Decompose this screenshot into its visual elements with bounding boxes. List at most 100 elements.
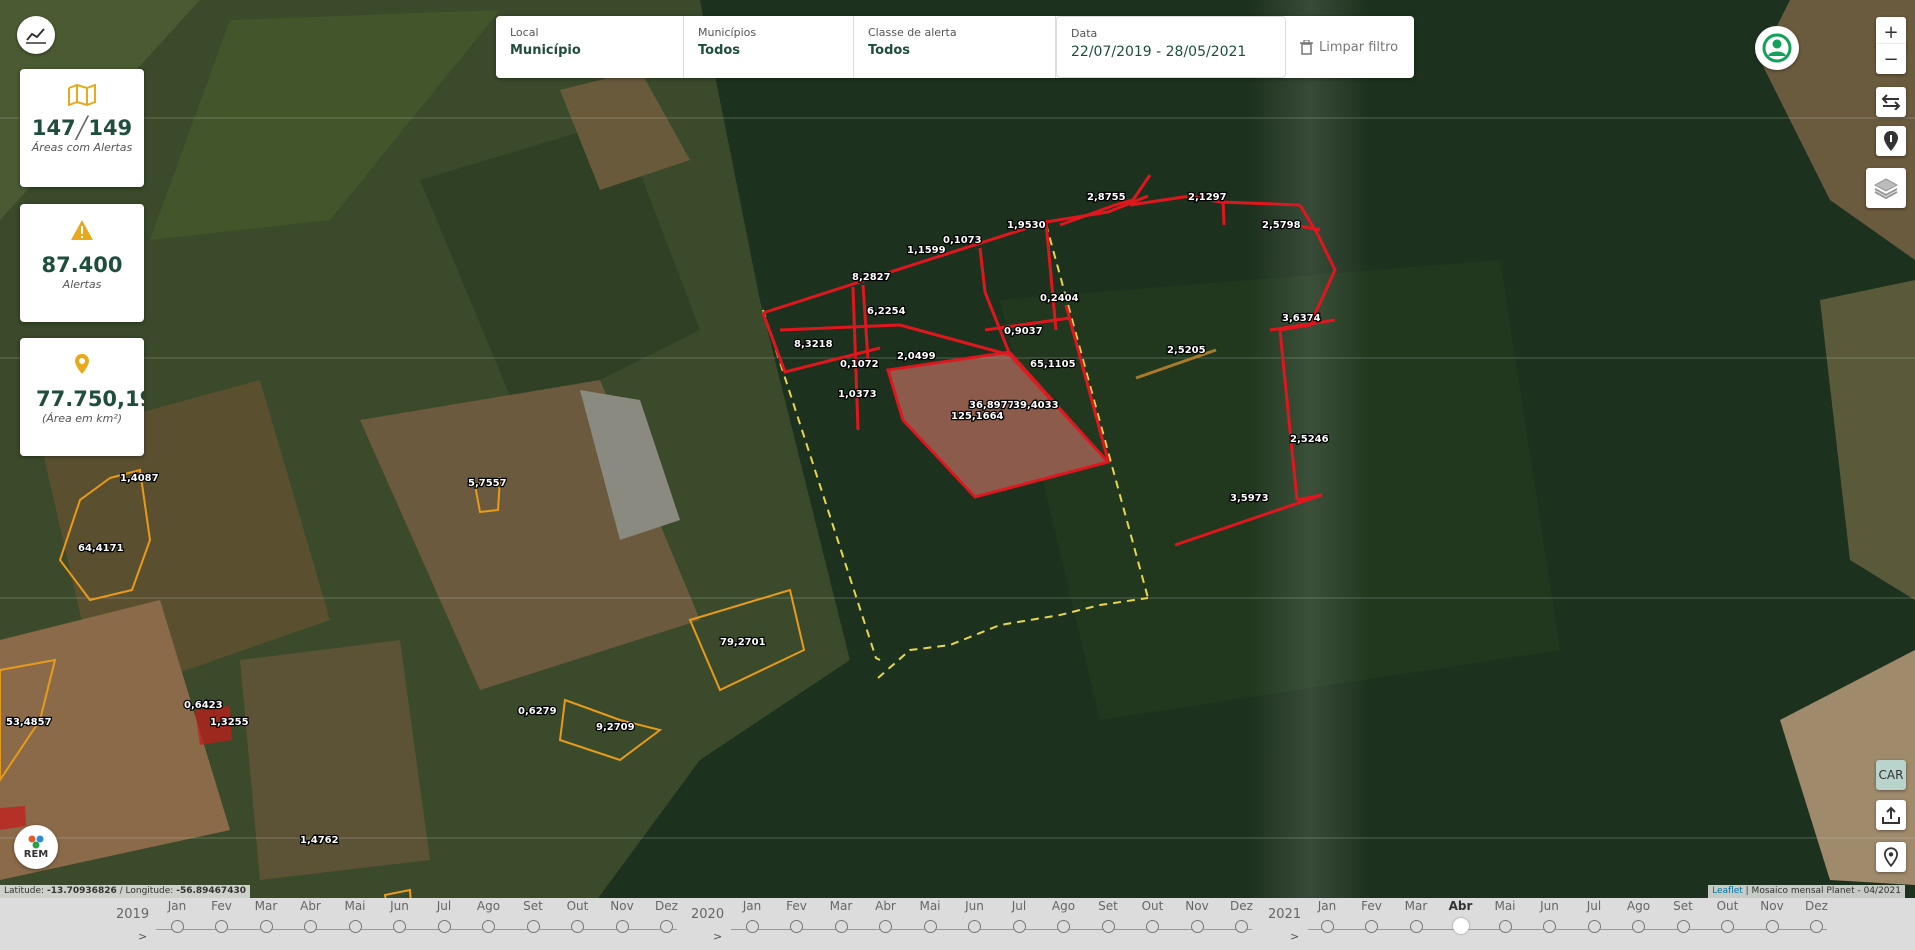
timeline-month-2020-ago[interactable]: Ago: [1044, 898, 1084, 933]
timeline-dot[interactable]: [170, 920, 184, 933]
timeline-month-2021-jun[interactable]: Jun: [1530, 898, 1570, 933]
timeline-dot[interactable]: [1320, 920, 1334, 933]
timeline-month-2019-mai[interactable]: Mai: [335, 898, 375, 933]
timeline-month-2021-out[interactable]: Out: [1708, 898, 1748, 933]
timeline-dot[interactable]: [615, 920, 629, 933]
swap-layers-button[interactable]: [1876, 87, 1906, 117]
timeline-month-2021-nov[interactable]: Nov: [1752, 898, 1792, 933]
alert-area-label: 53,4857: [6, 717, 52, 728]
timeline-month-2019-jun[interactable]: Jun: [380, 898, 420, 933]
timeline-bar: 2019 > Jan Fev Mar Abr Mai Jun Jul Ago Set Out Nov De…: [0, 898, 1915, 950]
timeline-dot[interactable]: [526, 920, 540, 933]
timeline-month-2019-ago[interactable]: Ago: [469, 898, 509, 933]
timeline-dot[interactable]: [259, 920, 273, 933]
timeline-month-2019-jan[interactable]: Jan: [157, 898, 197, 933]
timeline-month-2019-jul[interactable]: Jul: [424, 898, 464, 933]
timeline-month-2021-jul[interactable]: Jul: [1574, 898, 1614, 933]
timeline-month-2021-fev[interactable]: Fev: [1352, 898, 1392, 933]
upload-button[interactable]: [1876, 800, 1906, 830]
timeline-dot[interactable]: [1676, 920, 1690, 933]
timeline-month-2019-dez[interactable]: Dez: [647, 898, 687, 933]
zoom-out-button[interactable]: −: [1876, 44, 1906, 74]
timeline-dot[interactable]: [437, 920, 451, 933]
location-button[interactable]: [1876, 842, 1906, 872]
timeline-month-2020-set[interactable]: Set: [1088, 898, 1128, 933]
leaflet-link[interactable]: Leaflet: [1712, 886, 1743, 896]
timeline-month-2019-nov[interactable]: Nov: [602, 898, 642, 933]
zoom-in-button[interactable]: +: [1876, 17, 1906, 47]
timeline-month-2021-dez[interactable]: Dez: [1797, 898, 1837, 933]
timeline-month-2020-jun[interactable]: Jun: [955, 898, 995, 933]
filter-local[interactable]: Local Município: [496, 16, 684, 78]
timeline-dot[interactable]: [1235, 920, 1248, 933]
timeline-dot[interactable]: [1632, 920, 1645, 933]
alert-area-label: 8,3218: [794, 339, 833, 350]
timeline-month-2020-out[interactable]: Out: [1133, 898, 1173, 933]
timeline-dot[interactable]: [790, 920, 803, 933]
timeline-dot[interactable]: [1498, 920, 1512, 933]
slash-icon: ╱: [75, 116, 89, 140]
timeline-month-2021-mar[interactable]: Mar: [1396, 898, 1436, 933]
timeline-dot[interactable]: [1587, 920, 1601, 933]
filter-municipios[interactable]: Municípios Todos: [684, 16, 854, 78]
marker-info-button[interactable]: [1876, 126, 1906, 156]
timeline-dot[interactable]: [1409, 920, 1423, 933]
timeline-dot[interactable]: [1365, 920, 1378, 933]
timeline-dot[interactable]: [1543, 920, 1556, 933]
timeline-dot[interactable]: [1190, 920, 1204, 933]
timeline-dot[interactable]: [1721, 920, 1734, 933]
timeline-month-2021-mai[interactable]: Mai: [1485, 898, 1525, 933]
timeline-month-2020-fev[interactable]: Fev: [777, 898, 817, 933]
timeline-dot[interactable]: [923, 920, 937, 933]
timeline-month-2020-jan[interactable]: Jan: [732, 898, 772, 933]
timeline-month-2020-abr[interactable]: Abr: [866, 898, 906, 933]
timeline-dot[interactable]: [1057, 920, 1070, 933]
timeline-month-2019-fev[interactable]: Fev: [202, 898, 242, 933]
timeline-month-2021-ago[interactable]: Ago: [1619, 898, 1659, 933]
timeline-dot[interactable]: [215, 920, 228, 933]
timeline-dot[interactable]: [571, 920, 584, 933]
timeline-dot[interactable]: [968, 920, 981, 933]
timeline-dot[interactable]: [1012, 920, 1026, 933]
car-layer-button[interactable]: CAR: [1876, 760, 1906, 790]
timeline-play-arrow-icon[interactable]: >: [1290, 930, 1299, 943]
timeline-dot[interactable]: [393, 920, 406, 933]
timeline-dot[interactable]: [660, 920, 673, 933]
filter-data[interactable]: Data 22/07/2019 - 28/05/2021: [1056, 16, 1286, 78]
timeline-month-2019-out[interactable]: Out: [558, 898, 598, 933]
timeline-month-2020-dez[interactable]: Dez: [1222, 898, 1262, 933]
timeline-dot[interactable]: [482, 920, 495, 933]
layers-button[interactable]: [1866, 168, 1906, 208]
chart-toggle-button[interactable]: [17, 16, 55, 54]
timeline-month-2020-mar[interactable]: Mar: [821, 898, 861, 933]
timeline-dot[interactable]: [1810, 920, 1823, 933]
timeline-month-2019-abr[interactable]: Abr: [291, 898, 331, 933]
timeline-dot[interactable]: [1101, 920, 1115, 933]
timeline-dot[interactable]: [834, 920, 848, 933]
timeline-month-2019-mar[interactable]: Mar: [246, 898, 286, 933]
satellite-map[interactable]: 2,8755 2,1297 2,5798 1,9530 0,10731,1599 8,28…: [0, 0, 1915, 950]
timeline-dot[interactable]: [1146, 920, 1159, 933]
timeline-dot[interactable]: [879, 920, 892, 933]
timeline-month-2020-nov[interactable]: Nov: [1177, 898, 1217, 933]
timeline-month-label: Mai: [344, 899, 366, 913]
timeline-month-2021-jan[interactable]: Jan: [1307, 898, 1347, 933]
timeline-dot[interactable]: [1452, 918, 1469, 934]
timeline-dot[interactable]: [1765, 920, 1779, 933]
stat-label: Áreas com Alertas: [31, 141, 133, 154]
timeline-dot[interactable]: [745, 920, 759, 933]
timeline-month-2021-abr[interactable]: Abr: [1441, 898, 1481, 934]
clear-filter-button[interactable]: Limpar filtro: [1286, 16, 1414, 78]
filter-classe[interactable]: Classe de alerta Todos: [854, 16, 1056, 78]
timeline-dot[interactable]: [348, 920, 362, 933]
timeline-month-2020-mai[interactable]: Mai: [910, 898, 950, 933]
timeline-month-2019-set[interactable]: Set: [513, 898, 553, 933]
timeline-month-label: Ago: [1051, 899, 1076, 913]
timeline-play-arrow-icon[interactable]: >: [138, 930, 147, 943]
user-icon: [1762, 33, 1792, 63]
user-profile-button[interactable]: [1755, 26, 1799, 70]
timeline-play-arrow-icon[interactable]: >: [713, 930, 722, 943]
timeline-month-2021-set[interactable]: Set: [1663, 898, 1703, 933]
timeline-dot[interactable]: [304, 920, 317, 933]
timeline-month-2020-jul[interactable]: Jul: [999, 898, 1039, 933]
